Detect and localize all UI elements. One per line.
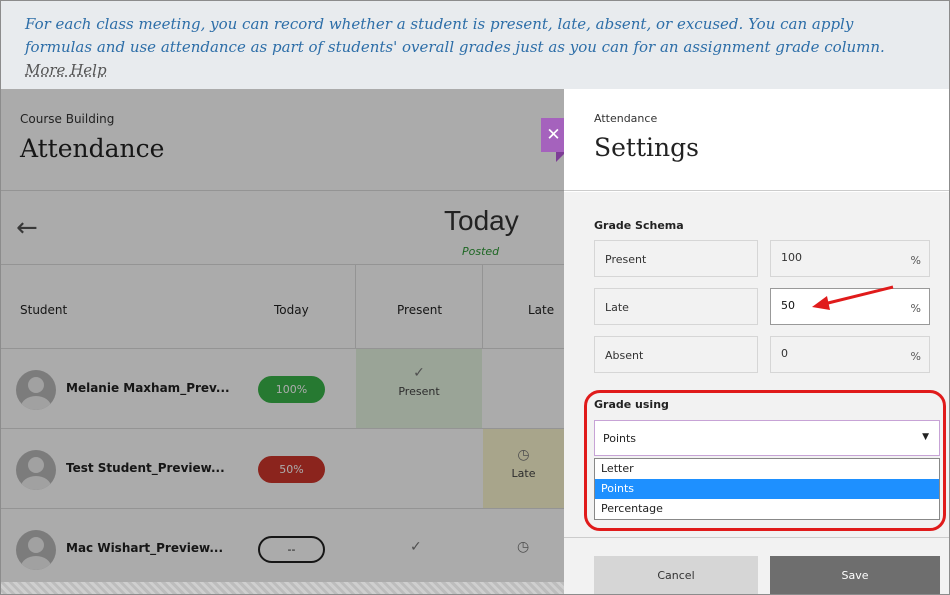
grade-schema-heading: Grade Schema [594,219,684,232]
panel-title: Settings [594,133,699,162]
late-percent-value: 50 [781,299,795,312]
present-percent-input[interactable]: 100 % [770,240,930,277]
panel-breadcrumb: Attendance [594,112,658,125]
schema-label-late: Late [594,288,758,325]
help-text-container: For each class meeting, you can record w… [25,13,925,82]
absent-percent-value: 0 [781,347,788,360]
scroll-edge-pattern [0,582,564,595]
help-text: For each class meeting, you can record w… [25,15,885,56]
percent-unit: % [910,254,921,267]
schema-label-present: Present [594,240,758,277]
percent-unit: % [910,350,921,363]
modal-overlay[interactable] [0,89,564,595]
percent-unit: % [910,302,921,315]
more-help-link[interactable]: More Help [25,61,107,79]
annotation-arrow-icon [812,285,894,310]
panel-footer: Cancel Save [564,537,950,595]
annotation-highlight [584,390,946,531]
panel-header: Attendance Settings [564,89,950,191]
help-banner: For each class meeting, you can record w… [0,0,950,89]
save-button[interactable]: Save [770,556,940,595]
close-icon[interactable]: ✕ [541,118,566,152]
absent-percent-input[interactable]: 0 % [770,336,930,373]
present-percent-value: 100 [781,251,802,264]
cancel-button[interactable]: Cancel [594,556,758,595]
schema-label-absent: Absent [594,336,758,373]
